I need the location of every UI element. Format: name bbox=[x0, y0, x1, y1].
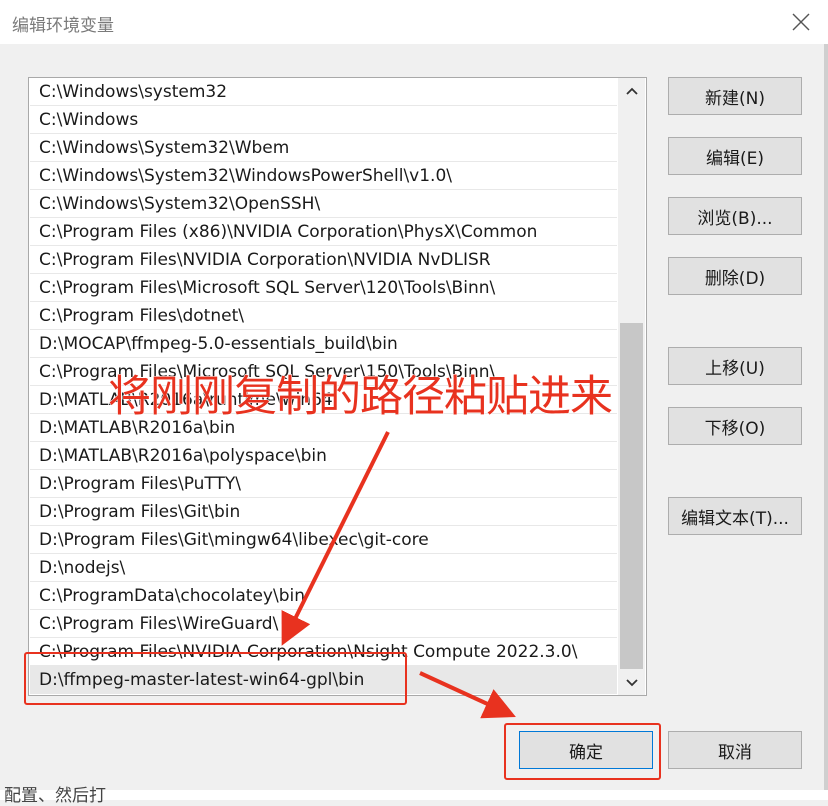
path-item[interactable]: C:\Program Files\dotnet\ bbox=[30, 302, 617, 330]
path-item[interactable]: D:\MOCAP\ffmpeg-5.0-essentials_build\bin bbox=[30, 330, 617, 358]
background-text: 配置、然后打 bbox=[4, 786, 106, 806]
chevron-down-icon bbox=[625, 679, 638, 687]
browse-button[interactable]: 浏览(B)... bbox=[668, 197, 802, 235]
path-item[interactable]: D:\nodejs\ bbox=[30, 554, 617, 582]
new-button[interactable]: 新建(N) bbox=[668, 77, 802, 115]
path-item[interactable]: D:\MATLAB\R2016a\polyspace\bin bbox=[30, 442, 617, 470]
move-down-button[interactable]: 下移(O) bbox=[668, 407, 802, 445]
path-item[interactable]: C:\Windows\System32\Wbem bbox=[30, 134, 617, 162]
highlight-ok-button-box bbox=[504, 723, 661, 780]
edit-button[interactable]: 编辑(E) bbox=[668, 137, 802, 175]
path-item[interactable]: D:\Program Files\Git\bin bbox=[30, 498, 617, 526]
path-item[interactable]: C:\Windows\System32\OpenSSH\ bbox=[30, 190, 617, 218]
path-item[interactable]: C:\Windows\system32 bbox=[30, 78, 617, 106]
cancel-button[interactable]: 取消 bbox=[668, 731, 802, 769]
vertical-scrollbar[interactable] bbox=[618, 78, 645, 695]
path-item[interactable]: C:\Program Files\NVIDIA Corporation\NVID… bbox=[30, 246, 617, 274]
path-item[interactable]: C:\Program Files (x86)\NVIDIA Corporatio… bbox=[30, 218, 617, 246]
path-item[interactable]: C:\Program Files\WireGuard\ bbox=[30, 610, 617, 638]
scroll-up-button[interactable] bbox=[618, 81, 645, 101]
background-window-strip bbox=[0, 790, 828, 800]
path-item[interactable]: D:\Program Files\PuTTY\ bbox=[30, 470, 617, 498]
chevron-up-icon bbox=[625, 87, 638, 95]
close-button[interactable] bbox=[784, 6, 818, 38]
edit-text-button[interactable]: 编辑文本(T)... bbox=[668, 497, 802, 535]
path-item[interactable]: C:\Program Files\Microsoft SQL Server\12… bbox=[30, 274, 617, 302]
close-icon bbox=[792, 13, 810, 31]
highlight-new-path-box bbox=[24, 652, 407, 705]
path-item[interactable]: D:\Program Files\Git\mingw64\libexec\git… bbox=[30, 526, 617, 554]
path-item[interactable]: C:\Windows bbox=[30, 106, 617, 134]
title-bar: 编辑环境变量 bbox=[0, 0, 828, 44]
path-item[interactable]: C:\Windows\System32\WindowsPowerShell\v1… bbox=[30, 162, 617, 190]
window-title: 编辑环境变量 bbox=[12, 16, 114, 36]
scroll-thumb[interactable] bbox=[620, 323, 643, 669]
move-up-button[interactable]: 上移(U) bbox=[668, 347, 802, 385]
delete-button[interactable]: 删除(D) bbox=[668, 257, 802, 295]
window-edge bbox=[824, 44, 828, 800]
annotation-text: 将刚刚复制的路径粘贴进来 bbox=[108, 372, 614, 423]
scroll-down-button[interactable] bbox=[618, 673, 645, 693]
path-item[interactable]: C:\ProgramData\chocolatey\bin bbox=[30, 582, 617, 610]
